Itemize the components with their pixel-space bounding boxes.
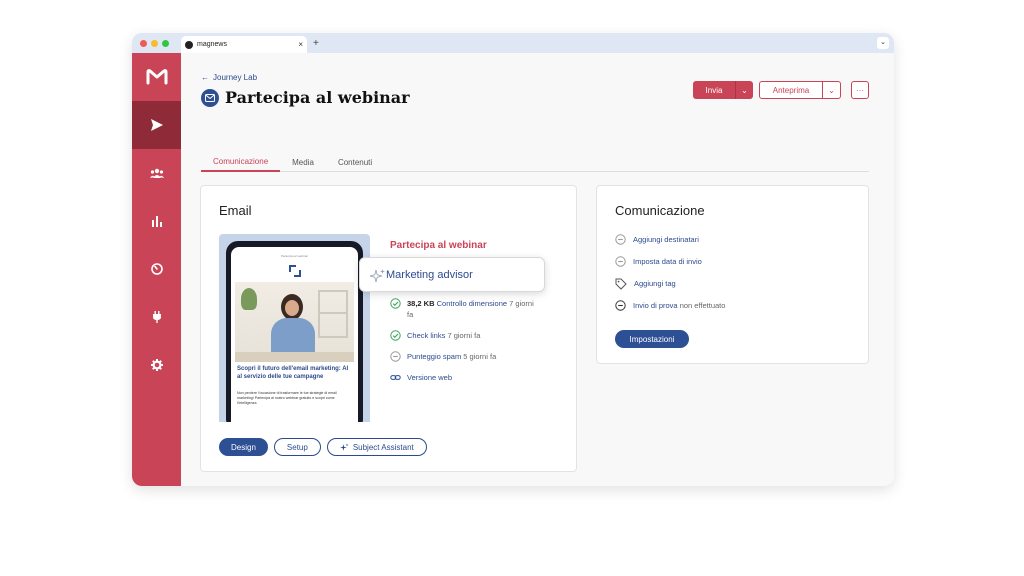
minus-circle-icon bbox=[390, 351, 401, 362]
size-value: 38,2 KB bbox=[407, 299, 435, 308]
page-title-row: Partecipa al webinar bbox=[201, 88, 410, 107]
breadcrumb-link[interactable]: Journey Lab bbox=[213, 73, 257, 82]
sparkles-icon bbox=[370, 269, 385, 283]
browser-tab[interactable]: magnews × bbox=[181, 36, 307, 53]
sidebar-item-audience[interactable] bbox=[132, 149, 181, 197]
maximize-window-button[interactable] bbox=[162, 39, 169, 47]
settings-button[interactable]: Impostazioni bbox=[615, 330, 689, 348]
browser-window: magnews × + ⌄ ← Journey Lab Partecipa al… bbox=[132, 33, 894, 486]
mail-icon bbox=[201, 88, 219, 107]
sidebar-item-dashboard[interactable] bbox=[132, 245, 181, 293]
communication-list: Aggiungi destinatari Imposta data di inv… bbox=[615, 234, 725, 322]
send-date-row[interactable]: Imposta data di invio bbox=[615, 256, 725, 267]
email-checks: 38,2 KB Controllo dimensione 7 giorni fa… bbox=[390, 298, 540, 393]
add-tag-link[interactable]: Aggiungi tag bbox=[634, 279, 676, 288]
add-recipients-link[interactable]: Aggiungi destinatari bbox=[633, 235, 699, 244]
add-recipients-row[interactable]: Aggiungi destinatari bbox=[615, 234, 725, 245]
tab-bar: Comunicazione Media Contenuti bbox=[201, 152, 869, 172]
minus-circle-icon bbox=[615, 256, 626, 267]
send-split-button: Invia ⌄ bbox=[693, 81, 753, 99]
test-send-row[interactable]: Invio di prova non effettuato bbox=[615, 300, 725, 311]
page-title: Partecipa al webinar bbox=[225, 88, 410, 107]
tab-comunicazione[interactable]: Comunicazione bbox=[201, 152, 281, 172]
minus-circle-icon bbox=[615, 300, 626, 311]
email-headline: Partecipa al webinar bbox=[390, 240, 487, 251]
analytics-icon bbox=[151, 216, 162, 227]
preview-header-text: Partecipa al webinar bbox=[280, 254, 309, 258]
subject-assistant-button[interactable]: Subject Assistant bbox=[326, 438, 427, 456]
preview-hero-image bbox=[235, 282, 354, 362]
tag-icon bbox=[615, 278, 627, 290]
send-date-link[interactable]: Imposta data di invio bbox=[633, 257, 702, 266]
tab-media[interactable]: Media bbox=[280, 152, 326, 172]
magnews-logo-icon[interactable] bbox=[132, 53, 181, 101]
gear-icon bbox=[150, 359, 163, 371]
send-button[interactable]: Invia bbox=[693, 81, 735, 99]
communication-card-title: Comunicazione bbox=[615, 203, 705, 218]
subject-assistant-label: Subject Assistant bbox=[352, 442, 414, 452]
dashboard-icon bbox=[150, 263, 163, 275]
design-button[interactable]: Design bbox=[219, 438, 268, 456]
more-options-button[interactable]: ··· bbox=[851, 81, 869, 99]
tab-menu-button[interactable]: ⌄ bbox=[877, 37, 889, 49]
preview-dropdown-icon[interactable]: ⌄ bbox=[823, 81, 841, 99]
sidebar-item-send[interactable] bbox=[132, 101, 181, 149]
back-arrow-icon[interactable]: ← bbox=[201, 73, 209, 82]
email-card-title: Email bbox=[219, 203, 252, 218]
links-check-time: 7 giorni fa bbox=[447, 331, 481, 340]
phone-mockup: Partecipa al webinar Scopri il futuro de… bbox=[226, 241, 363, 422]
marketing-advisor-button[interactable]: Marketing advisor bbox=[359, 257, 545, 292]
tab-contenuti[interactable]: Contenuti bbox=[326, 152, 384, 172]
preview-split-button: Anteprima ⌄ bbox=[759, 81, 841, 99]
email-buttons: Design Setup Subject Assistant bbox=[219, 438, 427, 456]
spam-check-link[interactable]: Punteggio spam bbox=[407, 352, 461, 361]
check-web-version: Versione web bbox=[390, 372, 540, 383]
plug-icon bbox=[152, 311, 161, 323]
minimize-window-button[interactable] bbox=[151, 39, 158, 47]
check-size: 38,2 KB Controllo dimensione 7 giorni fa bbox=[390, 298, 540, 320]
preview-body: Non perdere l'occasione di trasformare l… bbox=[237, 391, 337, 405]
send-icon bbox=[150, 119, 163, 131]
links-check-link[interactable]: Check links bbox=[407, 331, 445, 340]
audience-icon bbox=[149, 168, 164, 178]
tab-close-icon[interactable]: × bbox=[298, 40, 303, 49]
marketing-advisor-label: Marketing advisor bbox=[386, 268, 473, 281]
web-version-link[interactable]: Versione web bbox=[407, 372, 452, 383]
spam-check-time: 5 giorni fa bbox=[463, 352, 497, 361]
preview-button[interactable]: Anteprima bbox=[759, 81, 823, 99]
check-circle-icon bbox=[390, 330, 401, 341]
add-tag-row[interactable]: Aggiungi tag bbox=[615, 278, 725, 290]
window-controls bbox=[140, 39, 169, 47]
email-card: Email Partecipa al webinar Scopri il fut… bbox=[200, 185, 577, 472]
minus-circle-icon bbox=[615, 234, 626, 245]
test-send-link[interactable]: Invio di prova bbox=[633, 301, 678, 310]
preview-logo-icon bbox=[288, 265, 301, 277]
browser-chrome: magnews × + ⌄ bbox=[132, 33, 894, 53]
close-window-button[interactable] bbox=[140, 39, 147, 47]
sidebar bbox=[132, 53, 181, 486]
sparkles-icon bbox=[339, 443, 349, 451]
new-tab-button[interactable]: + bbox=[313, 38, 319, 49]
header-actions: Invia ⌄ Anteprima ⌄ ··· bbox=[693, 81, 869, 99]
test-send-status: non effettuato bbox=[679, 301, 726, 310]
send-dropdown-icon[interactable]: ⌄ bbox=[735, 81, 753, 99]
check-links: Check links 7 giorni fa bbox=[390, 330, 540, 341]
preview-title: Scopri il futuro dell'email marketing: A… bbox=[237, 366, 349, 380]
email-preview[interactable]: Partecipa al webinar Scopri il futuro de… bbox=[219, 234, 370, 422]
setup-button[interactable]: Setup bbox=[273, 438, 321, 456]
sidebar-item-analytics[interactable] bbox=[132, 197, 181, 245]
check-circle-icon bbox=[390, 298, 401, 309]
sidebar-item-settings[interactable] bbox=[132, 341, 181, 389]
link-icon bbox=[390, 375, 401, 380]
communication-card: Comunicazione Aggiungi destinatari Impos… bbox=[596, 185, 869, 364]
breadcrumb[interactable]: ← Journey Lab bbox=[201, 73, 257, 82]
check-spam: Punteggio spam 5 giorni fa bbox=[390, 351, 540, 362]
sidebar-item-integrations[interactable] bbox=[132, 293, 181, 341]
phone-screen: Partecipa al webinar Scopri il futuro de… bbox=[231, 247, 358, 422]
main-content: ← Journey Lab Partecipa al webinar Invia… bbox=[181, 53, 894, 486]
size-check-link[interactable]: Controllo dimensione bbox=[437, 299, 507, 308]
favicon-icon bbox=[185, 40, 193, 49]
tab-title: magnews bbox=[197, 41, 227, 48]
